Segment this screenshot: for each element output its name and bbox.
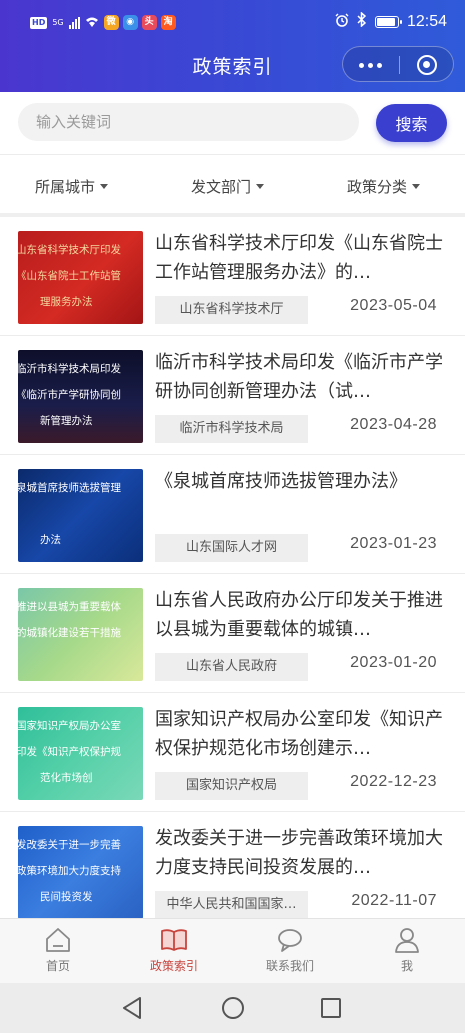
policy-list: 山东省科学技术厅印发 《山东省院士工作站管 理服务办法 山东省科学技术厅印发《山东省院… <box>0 217 465 931</box>
weibo-app-icon: 微 <box>103 15 119 30</box>
close-miniapp-icon[interactable] <box>417 55 437 75</box>
status-time: 12:54 <box>406 12 447 30</box>
tab-home[interactable]: 首页 <box>0 925 116 974</box>
policy-title[interactable]: 《泉城首席技师选拔管理办法》 <box>155 467 447 496</box>
bluetooth-icon <box>357 11 367 31</box>
tab-label: 政策索引 <box>149 959 198 973</box>
filter-department[interactable]: 发文部门 <box>191 176 265 197</box>
thumbnail-text: 临沂市科学技术局印发 <box>18 363 121 375</box>
status-right-group: 12:54 <box>335 11 447 31</box>
policy-thumbnail: 泉城首席技师选拔管理办法 <box>18 469 143 562</box>
filter-label: 所属城市 <box>35 178 96 196</box>
policy-thumbnail: 推进以县城为重要载体 的城镇化建设若干措施 <box>18 588 143 681</box>
thumbnail-text: 的城镇化建设若干措施 <box>18 627 121 639</box>
policy-source-tag: 临沂市科学技术局 <box>155 415 308 443</box>
more-icon[interactable] <box>359 63 382 68</box>
filter-label: 发文部门 <box>191 178 252 196</box>
tab-policy-index[interactable]: 政策索引 <box>116 925 232 974</box>
policy-title[interactable]: 临沂市科学技术局印发《临沂市产学研协同创新管理办法（试… <box>155 348 447 406</box>
policy-item[interactable]: 山东省科学技术厅印发 《山东省院士工作站管 理服务办法 山东省科学技术厅印发《山东省院… <box>0 217 465 336</box>
home-icon <box>43 925 73 955</box>
policy-source-tag: 中华人民共和国国家… <box>155 891 308 919</box>
bottom-tab-bar: 首页 政策索引 联系我们 我 <box>0 918 465 983</box>
signal-icon <box>68 16 80 29</box>
policy-item[interactable]: 推进以县城为重要载体 的城镇化建设若干措施 山东省人民政府办公厅印发关于推进以县城为… <box>0 574 465 693</box>
policy-source-tag: 山东省人民政府 <box>155 653 308 681</box>
thumbnail-text: 印发《知识产权保护规 <box>18 746 121 758</box>
policy-thumbnail: 山东省科学技术厅印发 《山东省院士工作站管 理服务办法 <box>18 231 143 324</box>
hd-indicator: HD <box>30 16 48 29</box>
thumbnail-text: 民间投资发 <box>40 891 93 903</box>
thumbnail-text: 新管理办法 <box>40 415 93 427</box>
alarm-icon <box>335 12 349 31</box>
status-bar: HD 5G 微 ◉ 头淘 12:54 <box>0 0 465 44</box>
thumbnail-text: 发改委关于进一步完善 <box>18 839 121 851</box>
status-left-group: HD 5G 微 ◉ 头淘 <box>30 13 176 32</box>
notification-app-icons: 微 ◉ 头淘 <box>103 15 176 30</box>
thumbnail-text: 范化市场创 <box>40 772 93 784</box>
thumbnail-text: 山东省科学技术厅印发 <box>18 244 121 256</box>
policy-source-tag: 国家知识产权局 <box>155 772 308 800</box>
caret-down-icon <box>412 184 421 189</box>
policy-title[interactable]: 国家知识产权局办公室印发《知识产权保护规范化市场创建示… <box>155 705 447 763</box>
policy-thumbnail: 发改委关于进一步完善 政策环境加大力度支持 民间投资发 <box>18 826 143 919</box>
chat-icon <box>275 925 305 955</box>
policy-item[interactable]: 发改委关于进一步完善 政策环境加大力度支持 民间投资发 发改委关于进一步完善政策环境加… <box>0 812 465 931</box>
taobao-app-icon: 淘 <box>160 15 176 30</box>
policy-date: 2023-01-20 <box>350 654 437 671</box>
policy-title[interactable]: 发改委关于进一步完善政策环境加大力度支持民间投资发展的… <box>155 824 447 882</box>
search-input[interactable] <box>18 103 359 141</box>
filter-bar: 所属城市 发文部门 政策分类 <box>0 156 465 214</box>
back-icon[interactable] <box>121 996 143 1024</box>
filter-label: 政策分类 <box>347 178 408 196</box>
policy-thumbnail: 临沂市科学技术局印发 《临沂市产学研协同创 新管理办法 <box>18 350 143 443</box>
policy-date: 2022-12-23 <box>350 773 437 790</box>
policy-thumbnail: 国家知识产权局办公室 印发《知识产权保护规 范化市场创 <box>18 707 143 800</box>
news-app-icon: 头 <box>141 15 157 30</box>
caret-down-icon <box>100 184 109 189</box>
battery-icon <box>374 15 402 28</box>
network-type: 5G <box>52 18 64 27</box>
thumbnail-text: 理服务办法 <box>40 296 93 308</box>
policy-source-tag: 山东国际人才网 <box>155 534 308 562</box>
policy-item[interactable]: 泉城首席技师选拔管理 办法 《泉城首席技师选拔管理办法》 山东国际人才网 2023-01… <box>0 455 465 574</box>
thumbnail-text: 国家知识产权局办公室 <box>18 720 121 732</box>
search-bar: 搜索 <box>0 92 465 155</box>
filter-city[interactable]: 所属城市 <box>35 176 109 197</box>
thumbnail-text: 政策环境加大力度支持 <box>18 865 121 877</box>
policy-date: 2022-11-07 <box>351 892 437 909</box>
home-nav-icon[interactable] <box>221 996 245 1024</box>
search-button[interactable]: 搜索 <box>376 104 447 142</box>
system-nav-bar <box>0 983 465 1033</box>
tab-me[interactable]: 我 <box>349 925 465 974</box>
wifi-icon <box>85 13 99 32</box>
policy-item[interactable]: 临沂市科学技术局印发 《临沂市产学研协同创 新管理办法 临沂市科学技术局印发《临沂市产… <box>0 336 465 455</box>
tab-label: 首页 <box>45 959 70 973</box>
caret-down-icon <box>256 184 265 189</box>
policy-source-tag: 山东省科学技术厅 <box>155 296 308 324</box>
policy-date: 2023-01-23 <box>350 535 437 552</box>
thumbnail-text: 办法 <box>40 534 61 546</box>
tab-contact[interactable]: 联系我们 <box>232 925 348 974</box>
policy-title[interactable]: 山东省科学技术厅印发《山东省院士工作站管理服务办法》的… <box>155 229 447 287</box>
capsule-divider <box>399 56 400 74</box>
thumbnail-text: 《临沂市产学研协同创 <box>18 389 121 401</box>
app-header: HD 5G 微 ◉ 头淘 12:54 政策索引 <box>0 0 465 92</box>
user-icon <box>392 925 422 955</box>
policy-date: 2023-05-04 <box>350 297 437 314</box>
thumbnail-text: 泉城首席技师选拔管理 <box>18 482 121 494</box>
thumbnail-text: 《山东省院士工作站管 <box>18 270 121 282</box>
book-icon <box>159 925 189 955</box>
miniapp-capsule <box>342 46 454 82</box>
policy-item[interactable]: 国家知识产权局办公室 印发《知识产权保护规 范化市场创 国家知识产权局办公室印发《知识… <box>0 693 465 812</box>
policy-date: 2023-04-28 <box>350 416 437 433</box>
tab-label: 联系我们 <box>265 959 314 973</box>
policy-title[interactable]: 山东省人民政府办公厅印发关于推进以县城为重要载体的城镇… <box>155 586 447 644</box>
recents-icon[interactable] <box>320 997 342 1023</box>
browser-app-icon: ◉ <box>122 15 138 30</box>
tab-label: 我 <box>400 959 413 973</box>
thumbnail-text: 推进以县城为重要载体 <box>18 601 121 613</box>
filter-category[interactable]: 政策分类 <box>347 176 421 197</box>
